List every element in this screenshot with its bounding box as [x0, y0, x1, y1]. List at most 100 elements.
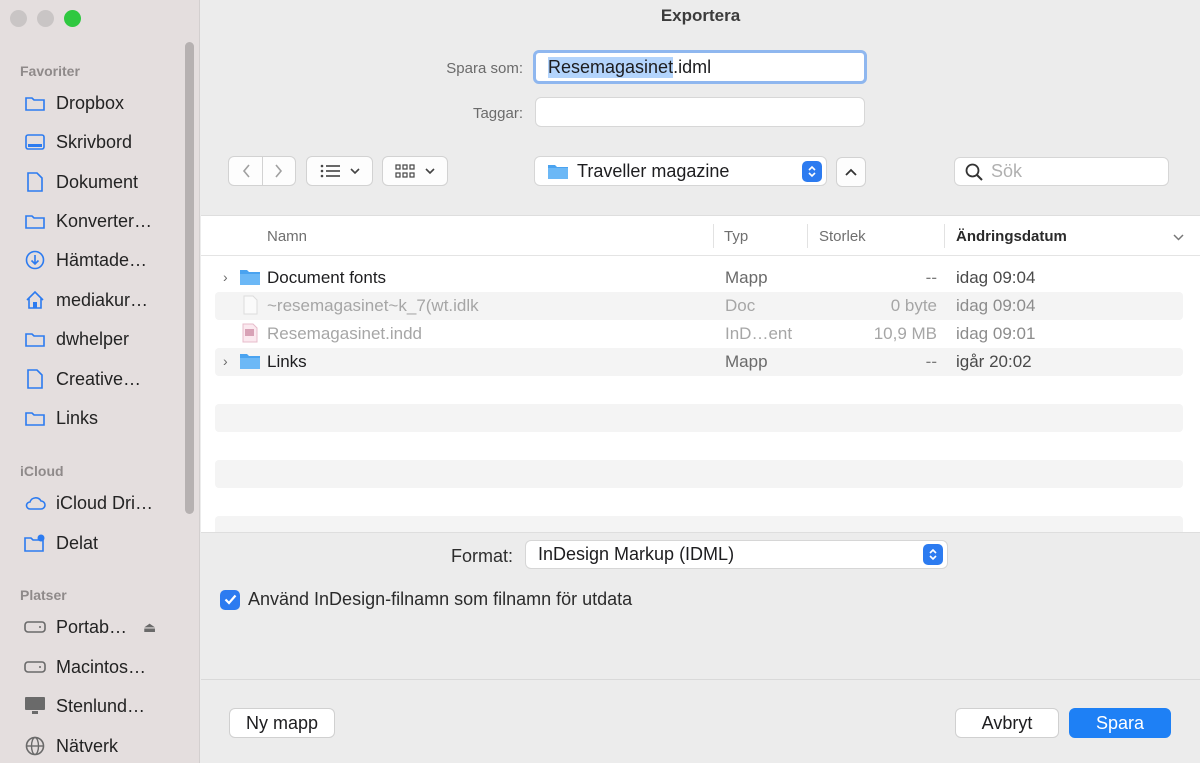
sidebar-item-label: Portab…: [56, 616, 128, 637]
document-icon: [243, 295, 258, 315]
empty-row: [215, 460, 1183, 488]
back-button[interactable]: [230, 157, 262, 185]
file-date: idag 09:04: [956, 268, 1036, 287]
use-filename-checkbox[interactable]: [220, 589, 240, 610]
sidebar-section-places: Platser: [20, 587, 67, 603]
file-name: Links: [267, 352, 307, 371]
disclosure-chevron-icon[interactable]: ›: [223, 269, 228, 285]
sidebar-item-konverter[interactable]: Konverter…: [24, 207, 184, 235]
sidebar-section-favorites: Favoriter: [20, 63, 80, 79]
save-as-label: Spara som:: [446, 60, 523, 77]
empty-row: [215, 516, 1183, 532]
folder-icon: [24, 407, 46, 429]
sidebar-item-mediakur[interactable]: mediakur…: [24, 286, 184, 314]
document-icon: [24, 171, 46, 193]
chevron-right-icon: [275, 164, 283, 178]
sidebar-item-label: Stenlund…: [56, 695, 146, 716]
cancel-button[interactable]: Avbryt: [955, 708, 1059, 738]
file-name: Resemagasinet.indd: [267, 324, 422, 343]
file-date: idag 09:04: [956, 296, 1036, 315]
popup-stepper-icon: [923, 544, 943, 565]
file-size: 10,9 MB: [873, 324, 937, 343]
file-kind: InD…ent: [725, 324, 793, 343]
drive-icon: [24, 656, 46, 678]
folder-icon: [24, 92, 46, 114]
sidebar-item-dokument[interactable]: Dokument: [24, 168, 184, 196]
file-date: igår 20:02: [956, 352, 1032, 371]
file-icon: [24, 368, 46, 390]
file-date: idag 09:01: [956, 324, 1036, 343]
column-size[interactable]: Storlek: [819, 228, 866, 245]
file-list: Namn Typ Storlek Ändringsdatum › Documen…: [201, 215, 1200, 533]
chevron-down-icon: [349, 167, 360, 174]
eject-icon[interactable]: ⏏: [143, 619, 156, 636]
cloud-icon: [24, 492, 46, 514]
column-date[interactable]: Ändringsdatum: [956, 228, 1067, 245]
table-row[interactable]: › Document fonts Mapp -- idag 09:04: [215, 264, 1183, 292]
sidebar-item-portable[interactable]: Portab… ⏏: [24, 613, 184, 641]
sidebar-item-stenlund[interactable]: Stenlund…: [24, 692, 184, 720]
sidebar-item-label: Skrivbord: [56, 131, 133, 152]
filename-input[interactable]: Resemagasinet .idml: [533, 50, 867, 84]
column-name[interactable]: Namn: [267, 228, 307, 245]
column-kind[interactable]: Typ: [724, 228, 748, 245]
sidebar-scrollbar[interactable]: [185, 42, 194, 514]
table-row[interactable]: Resemagasinet.indd InD…ent 10,9 MB idag …: [215, 320, 1183, 348]
chevron-down-icon: [425, 167, 435, 174]
sidebar-item-label: Delat: [56, 532, 99, 553]
grid-icon: [395, 164, 415, 178]
search-field[interactable]: Sök: [954, 157, 1169, 186]
drive-icon: [24, 616, 46, 638]
home-icon: [24, 289, 46, 311]
search-icon: [965, 163, 983, 181]
sidebar-item-label: dwhelper: [56, 328, 130, 349]
search-placeholder: Sök: [991, 161, 1023, 181]
sidebar-item-hamtade[interactable]: Hämtade…: [24, 246, 184, 274]
monitor-icon: [24, 695, 46, 717]
minimize-window-button[interactable]: [37, 10, 54, 27]
list-view-button[interactable]: [306, 156, 373, 186]
use-filename-label: Använd InDesign-filnamn som filnamn för …: [248, 589, 633, 609]
export-dialog: Exportera Spara som: Resemagasinet .idml …: [201, 0, 1200, 763]
sidebar-item-natverk[interactable]: Nätverk: [24, 732, 184, 760]
file-size: --: [925, 352, 937, 371]
maximize-window-button[interactable]: [64, 10, 81, 27]
sidebar-item-links[interactable]: Links: [24, 404, 184, 432]
window-title: Exportera: [660, 6, 741, 25]
save-button[interactable]: Spara: [1069, 708, 1171, 738]
sidebar-item-macintosh[interactable]: Macintos…: [24, 653, 184, 681]
checkmark-icon: [224, 594, 236, 605]
table-row[interactable]: › Links Mapp -- igår 20:02: [215, 348, 1183, 376]
indesign-file-icon: [242, 323, 258, 343]
sidebar-item-creative[interactable]: Creative…: [24, 365, 184, 393]
sidebar-item-icloud-drive[interactable]: iCloud Dri…: [24, 489, 184, 517]
format-popup[interactable]: InDesign Markup (IDML): [525, 540, 948, 569]
sidebar-item-label: Konverter…: [56, 210, 153, 231]
file-kind: Mapp: [725, 268, 768, 287]
file-name: ~resemagasinet~k_7(wt.idlk: [267, 296, 479, 315]
file-size: 0 byte: [890, 296, 937, 315]
disclosure-chevron-icon[interactable]: ›: [223, 353, 228, 369]
file-name: Document fonts: [267, 268, 387, 287]
sidebar-item-label: Dokument: [56, 171, 139, 192]
location-popup[interactable]: Traveller magazine: [534, 156, 827, 186]
sidebar-item-dropbox[interactable]: Dropbox: [24, 89, 184, 117]
divider: [201, 679, 1200, 680]
sidebar-item-label: iCloud Dri…: [56, 492, 154, 513]
sidebar-item-dwhelper[interactable]: dwhelper: [24, 325, 184, 353]
table-row[interactable]: ~resemagasinet~k_7(wt.idlk Doc 0 byte id…: [215, 292, 1183, 320]
new-folder-button[interactable]: Ny mapp: [229, 708, 335, 738]
sort-chevron-icon[interactable]: [1173, 228, 1184, 245]
forward-button[interactable]: [262, 157, 294, 185]
sidebar-item-skrivbord[interactable]: Skrivbord: [24, 128, 184, 156]
sidebar-item-delat[interactable]: Delat: [24, 529, 184, 557]
window-controls: [10, 10, 81, 27]
close-window-button[interactable]: [10, 10, 27, 27]
tags-input[interactable]: [535, 97, 865, 127]
file-size: --: [925, 268, 937, 287]
expand-collapse-button[interactable]: [836, 157, 866, 187]
shared-folder-icon: [24, 532, 46, 554]
grid-view-button[interactable]: [382, 156, 448, 186]
folder-icon: [548, 165, 568, 179]
popup-stepper-icon: [802, 161, 822, 182]
